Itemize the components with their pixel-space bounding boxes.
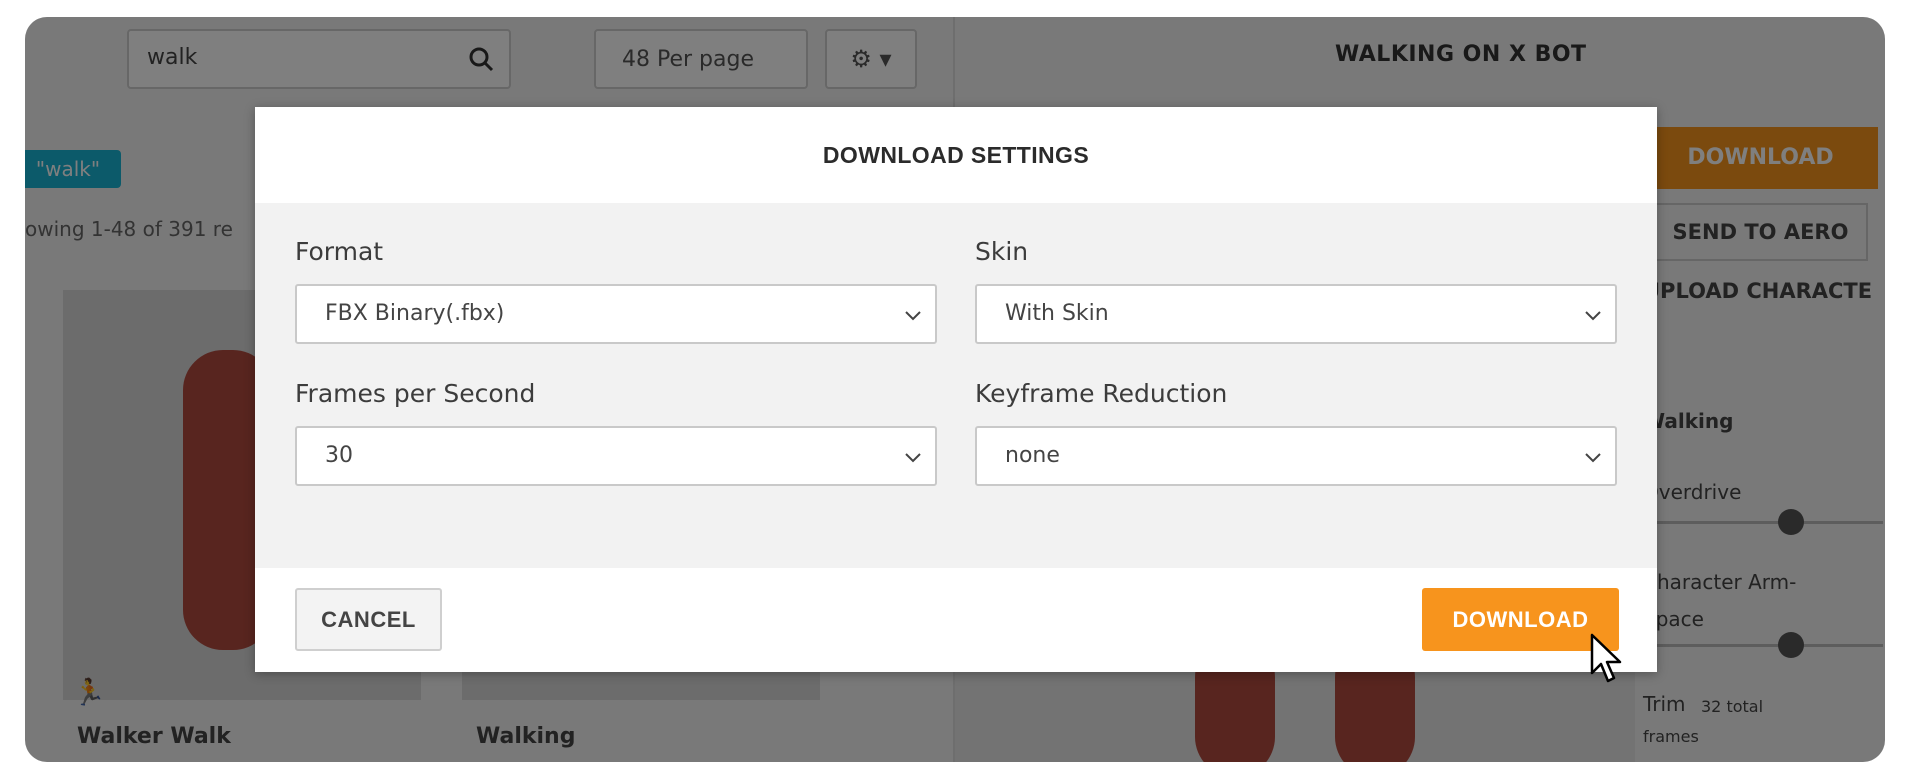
dialog-body: Format FBX Binary(.fbx) Skin With Skin F… bbox=[255, 203, 1657, 568]
fps-field: Frames per Second 30 bbox=[295, 379, 937, 486]
chevron-down-icon bbox=[905, 311, 921, 321]
keyframe-reduction-select[interactable]: none bbox=[975, 426, 1617, 486]
skin-select[interactable]: With Skin bbox=[975, 284, 1617, 344]
keyframe-reduction-value: none bbox=[1005, 443, 1060, 468]
skin-field: Skin With Skin bbox=[975, 237, 1617, 344]
chevron-down-icon bbox=[1585, 453, 1601, 463]
format-field: Format FBX Binary(.fbx) bbox=[295, 237, 937, 344]
dialog-footer: CANCEL DOWNLOAD bbox=[255, 568, 1657, 672]
dialog-title: DOWNLOAD SETTINGS bbox=[822, 141, 1090, 168]
chevron-down-icon bbox=[1585, 311, 1601, 321]
keyframe-reduction-label: Keyframe Reduction bbox=[975, 379, 1228, 408]
format-label: Format bbox=[295, 237, 384, 266]
fps-label: Frames per Second bbox=[295, 379, 536, 408]
skin-label: Skin bbox=[975, 237, 1029, 266]
fps-select[interactable]: 30 bbox=[295, 426, 937, 486]
format-select[interactable]: FBX Binary(.fbx) bbox=[295, 284, 937, 344]
skin-value: With Skin bbox=[1005, 301, 1109, 326]
fps-value: 30 bbox=[325, 443, 353, 468]
download-settings-dialog: DOWNLOAD SETTINGS Format FBX Binary(.fbx… bbox=[255, 107, 1657, 672]
chevron-down-icon bbox=[905, 453, 921, 463]
format-value: FBX Binary(.fbx) bbox=[325, 301, 505, 326]
cancel-button[interactable]: CANCEL bbox=[295, 588, 442, 651]
mouse-cursor-icon bbox=[1590, 633, 1622, 683]
keyframe-reduction-field: Keyframe Reduction none bbox=[975, 379, 1617, 486]
